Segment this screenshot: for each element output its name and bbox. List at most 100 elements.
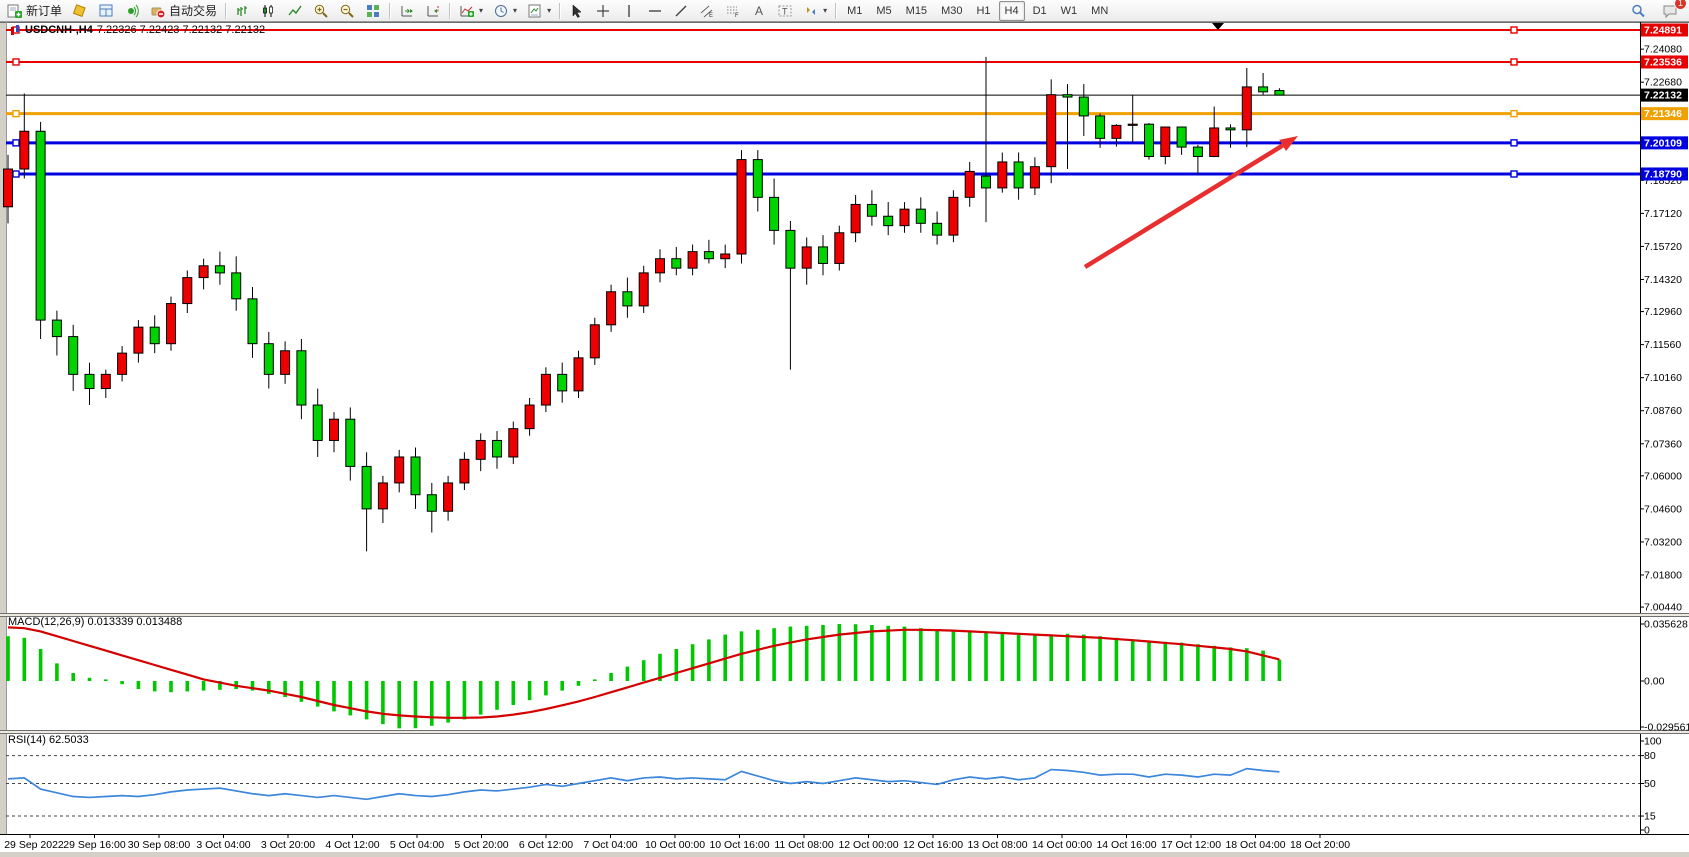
macd-hist-bar — [463, 681, 467, 719]
equidistant-channel-button[interactable]: E — [694, 0, 720, 22]
line-chart-icon — [287, 3, 303, 19]
chart-shift-button[interactable] — [420, 0, 446, 22]
line-anchor[interactable] — [13, 171, 19, 177]
line-anchor[interactable] — [13, 59, 19, 65]
zoom-in-button[interactable] — [308, 0, 334, 22]
toolbar-group-4: E F AT▾ — [564, 0, 832, 22]
candle-51[interactable] — [835, 226, 844, 271]
macd-hist-bar — [870, 625, 874, 681]
zoom-out-button[interactable] — [334, 0, 360, 22]
horizontal-line-button[interactable] — [642, 0, 668, 22]
line-anchor[interactable] — [1511, 111, 1517, 117]
macd-hist-bar — [479, 681, 483, 715]
text-label-button[interactable]: T — [772, 0, 798, 22]
time-label: 3 Oct 04:00 — [196, 839, 250, 851]
svg-text:7.18790: 7.18790 — [1644, 168, 1682, 180]
time-label: 12 Oct 00:00 — [838, 839, 898, 851]
candle-70[interactable] — [1145, 123, 1154, 160]
time-label: 6 Oct 12:00 — [519, 839, 573, 851]
vertical-line-button[interactable] — [616, 0, 642, 22]
line-anchor[interactable] — [1511, 140, 1517, 146]
bar-chart-button[interactable] — [230, 0, 256, 22]
timeframe-h4-button[interactable]: H4 — [999, 1, 1025, 21]
candle-58[interactable] — [949, 190, 958, 242]
tile-windows-button[interactable] — [360, 0, 386, 22]
arrows-button[interactable]: ▾ — [798, 0, 832, 22]
line-anchor[interactable] — [1511, 27, 1517, 33]
timeframe-w1-button[interactable]: W1 — [1055, 1, 1084, 21]
vline-icon — [621, 3, 637, 19]
candle-45[interactable] — [737, 150, 746, 263]
cursor-button[interactable] — [564, 0, 590, 22]
macd-hist-bar — [886, 626, 890, 681]
macd-hist-bar — [919, 628, 923, 681]
timeframe-m30-button[interactable]: M30 — [935, 1, 968, 21]
price-tick-label: 7.03200 — [1644, 536, 1682, 548]
macd-hist-bar — [528, 681, 532, 700]
time-label: 7 Oct 04:00 — [583, 839, 637, 851]
line-anchor[interactable] — [13, 27, 19, 33]
macd-hist-bar — [300, 681, 304, 702]
tile-windows-icon — [365, 3, 381, 19]
price-tag-7.20109: 7.20109 — [1641, 136, 1688, 149]
line-anchor[interactable] — [13, 140, 19, 146]
autotrade-button[interactable]: 自动交易 — [145, 0, 222, 22]
timeframe-mn-button[interactable]: MN — [1085, 1, 1114, 21]
toolbar-group-1 — [230, 0, 386, 22]
candle-10[interactable] — [167, 296, 176, 350]
macd-hist-bar — [446, 681, 450, 723]
mt4-terminal-window: { "toolbar": { "groups": [ {"items": [ {… — [0, 0, 1689, 857]
line-anchor[interactable] — [1511, 59, 1517, 65]
signals-button[interactable] — [119, 0, 145, 22]
toolbar-separator — [389, 3, 391, 19]
candle-chart-button[interactable] — [256, 0, 282, 22]
candle-39[interactable] — [639, 266, 648, 313]
line-chart-button[interactable] — [282, 0, 308, 22]
notifications-button[interactable]: 1 — [1657, 0, 1683, 22]
timeframe-m5-button[interactable]: M5 — [870, 1, 897, 21]
trendline-button[interactable] — [668, 0, 694, 22]
auto-scroll-button[interactable] — [394, 0, 420, 22]
auto-scroll-icon — [399, 3, 415, 19]
candle-35[interactable] — [574, 351, 583, 398]
timeframe-group: M1M5M15M30H1H4D1W1MN — [840, 0, 1115, 22]
sticker-button[interactable] — [67, 0, 93, 22]
toolbar-group-3: ▾▾▾ — [454, 0, 556, 22]
crosshair-button[interactable] — [590, 0, 616, 22]
candle-37[interactable] — [607, 285, 616, 332]
macd-hist-bar — [691, 644, 695, 681]
text-button[interactable]: A — [746, 0, 772, 22]
toolbar-right: 1 — [1625, 0, 1683, 22]
macd-hist-bar — [984, 633, 988, 681]
toolbar-separator — [835, 3, 837, 19]
periods-button[interactable]: ▾ — [488, 0, 522, 22]
price-tick-label: 7.24080 — [1644, 44, 1682, 56]
time-label: 30 Sep 08:00 — [128, 839, 191, 851]
line-anchor[interactable] — [13, 111, 19, 117]
candle-2[interactable] — [36, 122, 45, 339]
templates-button[interactable]: ▾ — [522, 0, 556, 22]
timeframe-h1-button[interactable]: H1 — [970, 1, 996, 21]
line-anchor[interactable] — [1511, 171, 1517, 177]
market-depth-button[interactable] — [93, 0, 119, 22]
search-button[interactable] — [1625, 0, 1651, 22]
timeframe-m15-button[interactable]: M15 — [900, 1, 933, 21]
candlestick-chart[interactable]: 7.240807.226807.185207.171207.157207.143… — [0, 0, 1689, 857]
svg-text:7.22132: 7.22132 — [1644, 90, 1682, 102]
rsi-tick-label: 15 — [1644, 811, 1656, 823]
indicators-button[interactable]: ▾ — [454, 0, 488, 22]
candle-36[interactable] — [590, 318, 599, 365]
macd-hist-bar — [55, 663, 59, 681]
price-tick-label: 7.08760 — [1644, 405, 1682, 417]
new-order-button[interactable]: 新订单 — [2, 0, 67, 22]
fibonacci-button[interactable]: F — [720, 0, 746, 22]
candle-33[interactable] — [541, 367, 550, 412]
macd-hist-bar — [675, 649, 679, 681]
svg-text:F: F — [735, 13, 739, 19]
macd-hist-bar — [1278, 660, 1282, 681]
timeframe-m1-button[interactable]: M1 — [841, 1, 868, 21]
macd-hist-bar — [560, 681, 564, 691]
timeframe-d1-button[interactable]: D1 — [1027, 1, 1053, 21]
macd-hist-bar — [1049, 635, 1053, 681]
price-tag-7.21346: 7.21346 — [1641, 107, 1688, 120]
